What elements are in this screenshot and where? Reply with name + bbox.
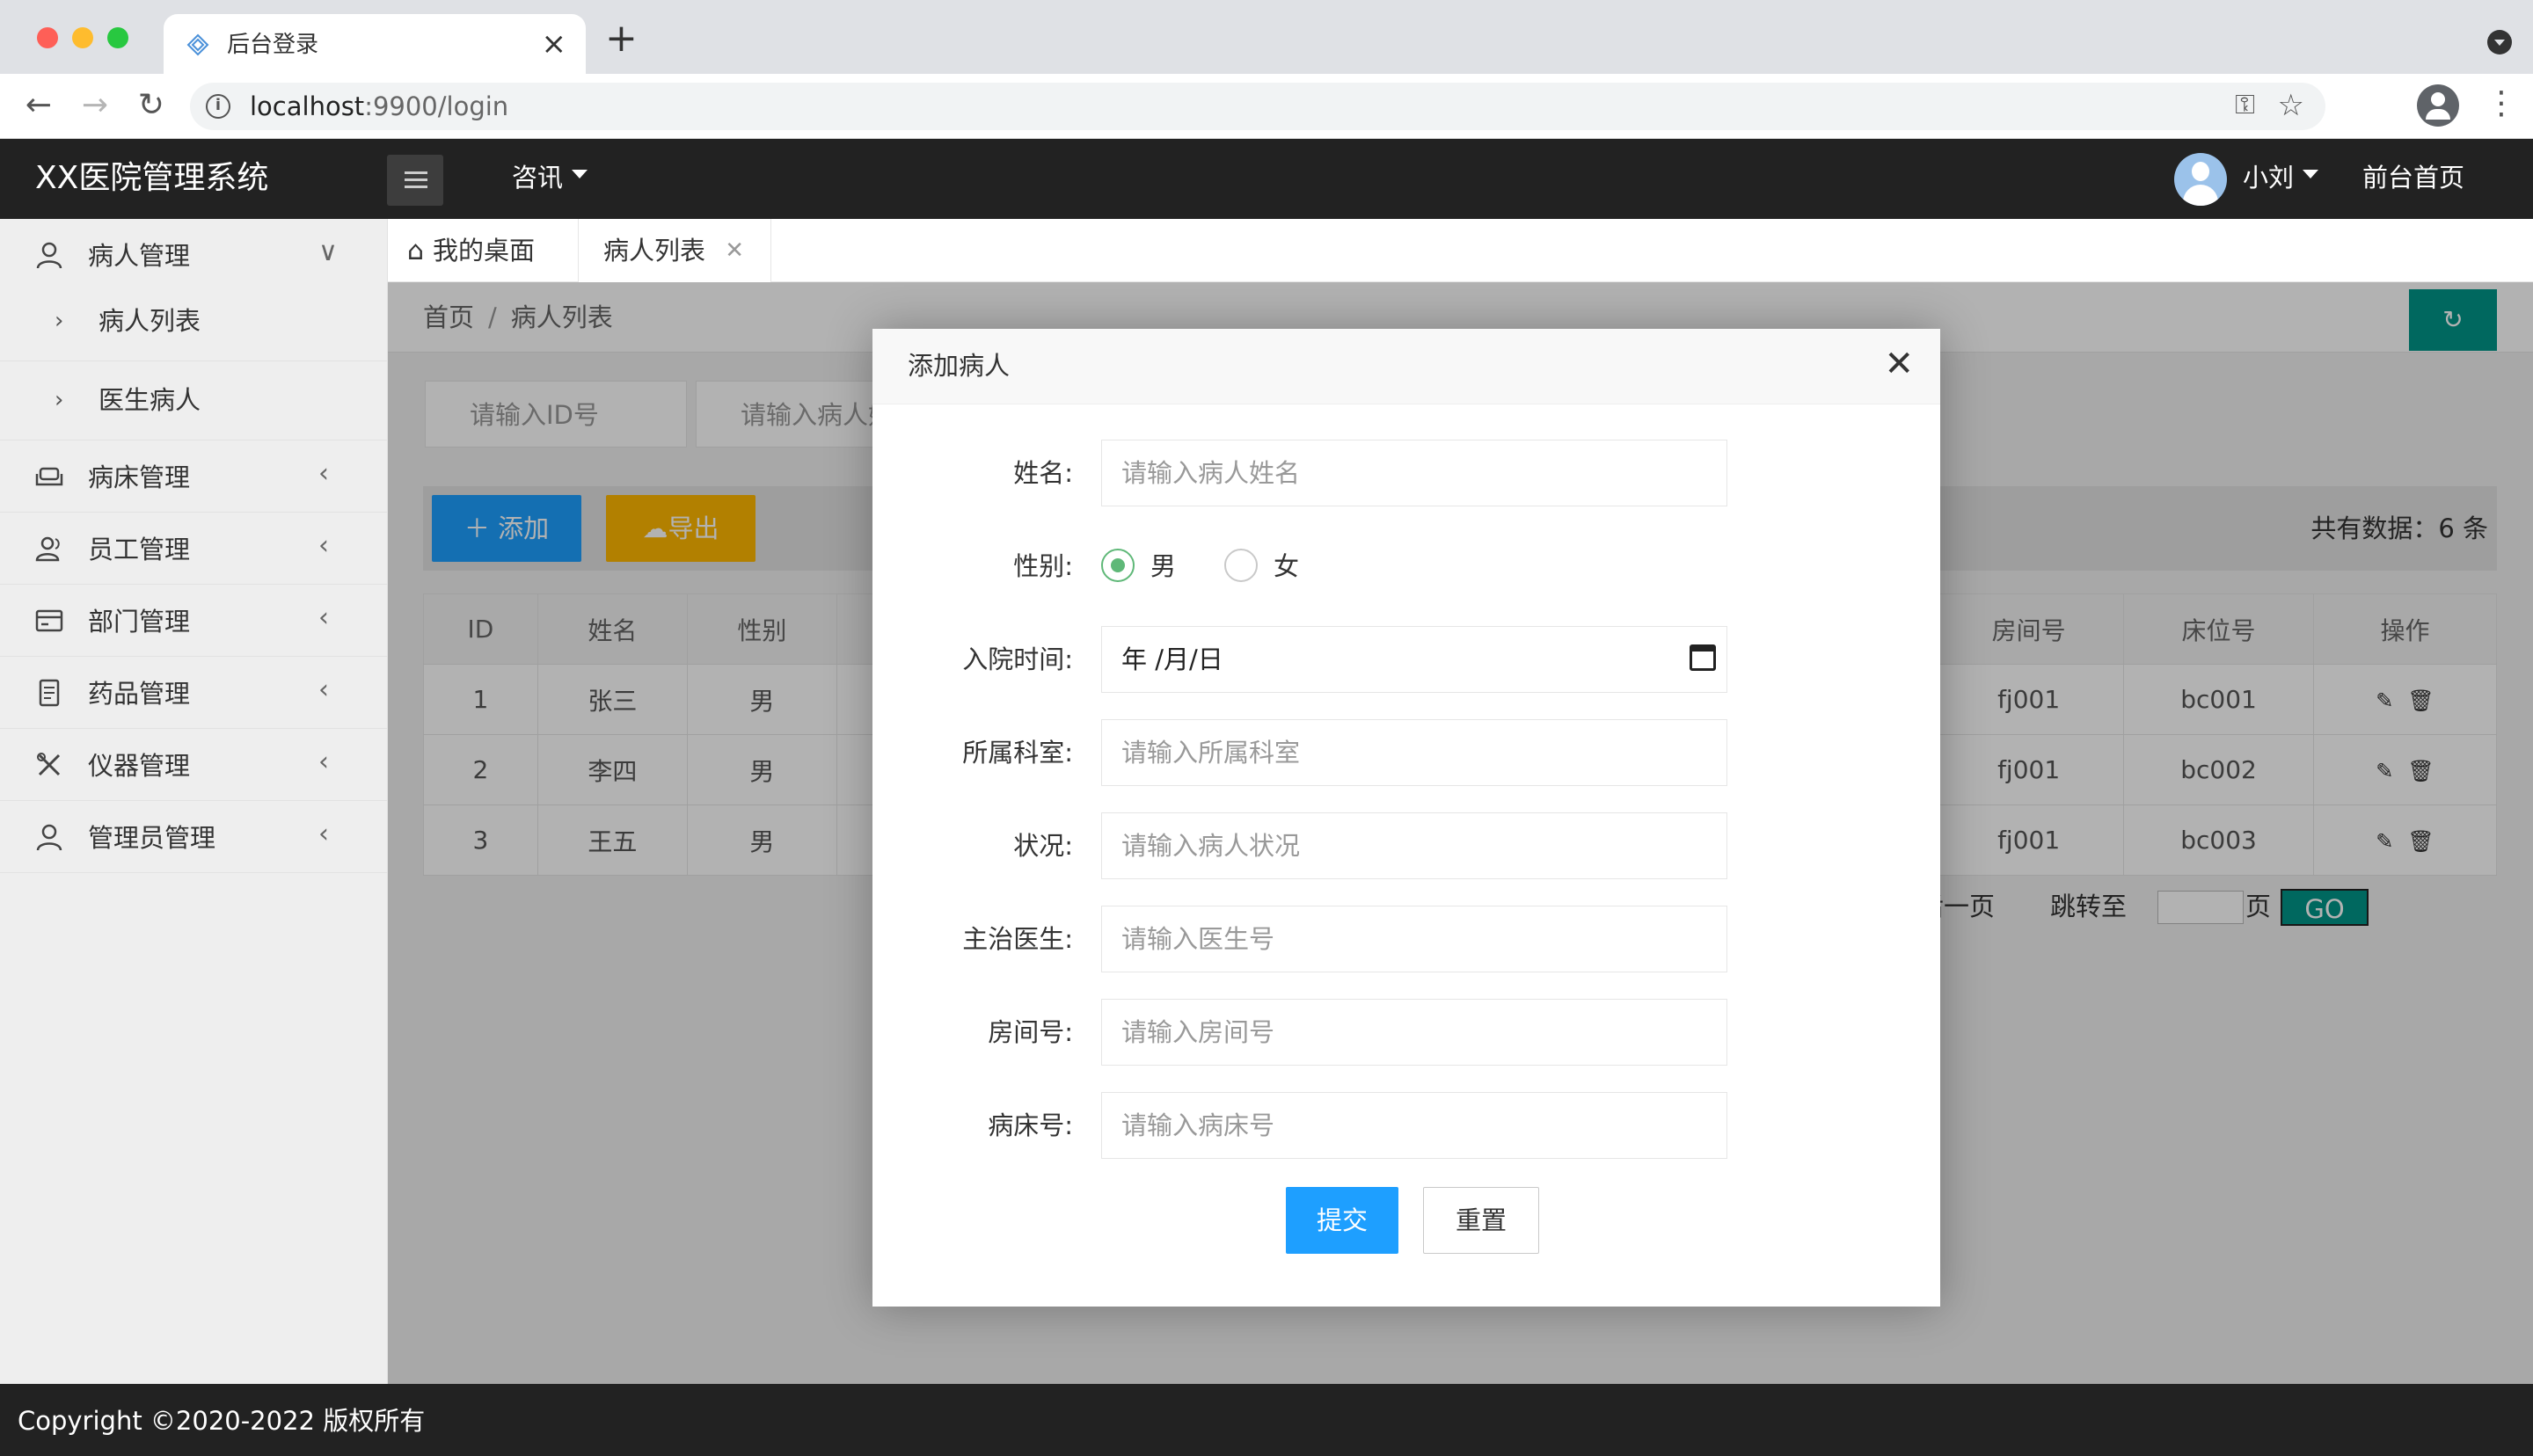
site-info-icon[interactable]: i (206, 94, 230, 119)
chevron-left-icon: ‹ (318, 602, 329, 633)
globe-icon (186, 33, 209, 56)
form-row-room: 房间号: 请输入房间号 (872, 999, 1940, 1066)
tab-my-desktop[interactable]: ⌂ 我的桌面 (407, 219, 587, 282)
caret-down-icon (572, 170, 588, 178)
app-title: XX医院管理系统 (35, 160, 269, 196)
maximize-window-button[interactable] (107, 27, 128, 48)
form-row-bed: 病床号: 请输入病床号 (872, 1092, 1940, 1159)
chevron-left-icon: ‹ (318, 458, 329, 489)
close-icon[interactable]: ✕ (1884, 345, 1914, 383)
patient-name-input[interactable]: 请输入病人姓名 (1101, 440, 1727, 506)
sidebar-item-admins[interactable]: 管理员管理 ‹ (0, 801, 388, 873)
sidebar-toggle-button[interactable] (387, 155, 443, 206)
caret-down-icon (2303, 170, 2319, 178)
browser-menu-icon[interactable]: ⋮ (2486, 86, 2517, 121)
dialog-title: 添加病人 (908, 351, 1011, 381)
tools-icon (33, 750, 65, 782)
page-tab-strip: ⌂ 我的桌面 病人列表 ✕ (388, 219, 2533, 282)
minimize-window-button[interactable] (72, 27, 93, 48)
browser-toolbar: ← → ↻ i localhost:9900/login ⚿ ☆ ⋮ (0, 74, 2533, 139)
chevron-right-icon: › (55, 387, 64, 413)
calendar-icon[interactable] (1690, 644, 1716, 671)
sofa-icon (33, 462, 65, 493)
user-avatar[interactable] (2174, 153, 2227, 206)
sidebar-item-beds[interactable]: 病床管理 ‹ (0, 440, 388, 513)
tab-patient-list[interactable]: 病人列表 ✕ (578, 219, 771, 282)
department-input[interactable]: 请输入所属科室 (1101, 719, 1727, 786)
admit-time-label: 入院时间: (962, 644, 1073, 674)
form-row-department: 所属科室: 请输入所属科室 (872, 719, 1940, 786)
admit-date-input[interactable]: 年 /月/日 (1101, 626, 1727, 693)
form-row-name: 姓名: 请输入病人姓名 (872, 440, 1940, 506)
user-menu-dropdown[interactable]: 小刘 (2243, 160, 2319, 195)
sidebar-subitem-doctor-patients[interactable]: › 医生病人 (0, 361, 388, 440)
chevron-down-icon: ∨ (318, 237, 338, 267)
room-input[interactable]: 请输入房间号 (1101, 999, 1727, 1066)
chevron-left-icon: ‹ (318, 530, 329, 561)
front-home-link[interactable]: 前台首页 (2362, 160, 2464, 195)
name-label: 姓名: (1013, 458, 1073, 488)
copyright-text: Copyright ©2020-2022 版权所有 (18, 1406, 426, 1436)
forward-arrow-icon[interactable]: → (76, 86, 114, 125)
footer: Copyright ©2020-2022 版权所有 (0, 1384, 2533, 1456)
form-row-gender: 性别: 男 女 (872, 533, 1940, 600)
chevron-left-icon: ‹ (318, 819, 329, 849)
profile-avatar-icon[interactable] (2417, 84, 2459, 127)
room-label: 房间号: (988, 1017, 1073, 1047)
radio-unchecked-icon (1224, 549, 1258, 582)
form-row-condition: 状况: 请输入病人状况 (872, 812, 1940, 879)
condition-label: 状况: (1013, 831, 1073, 861)
radio-checked-icon (1101, 549, 1135, 582)
bed-label: 病床号: (988, 1110, 1073, 1140)
form-row-doctor: 主治医生: 请输入医生号 (872, 906, 1940, 972)
address-bar[interactable]: i localhost:9900/login ⚿ ☆ (190, 83, 2325, 130)
admin-icon (33, 822, 65, 854)
chevron-left-icon: ‹ (318, 674, 329, 705)
browser-tab-title: 后台登录 (227, 32, 319, 58)
sidebar-item-staff[interactable]: 员工管理 ‹ (0, 513, 388, 585)
gender-label: 性别: (1013, 551, 1073, 581)
app-header: XX医院管理系统 咨讯 小刘 前台首页 (0, 139, 2533, 219)
nav-info-dropdown[interactable]: 咨讯 (512, 160, 588, 195)
users-icon (33, 534, 65, 565)
dialog-header: 添加病人 ✕ (872, 329, 1940, 404)
bookmark-star-icon[interactable]: ☆ (2278, 88, 2304, 123)
bed-input[interactable]: 请输入病床号 (1101, 1092, 1727, 1159)
chevron-left-icon: ‹ (318, 746, 329, 777)
add-patient-dialog: 添加病人 ✕ 姓名: 请输入病人姓名 性别: 男 女 入院时间: 年 /月/日 … (872, 329, 1940, 1307)
close-icon[interactable]: ✕ (725, 219, 744, 282)
reload-icon[interactable]: ↻ (132, 86, 171, 125)
card-icon (33, 606, 65, 637)
close-window-button[interactable] (37, 27, 58, 48)
chevron-right-icon: › (55, 308, 64, 334)
sidebar-item-medicines[interactable]: 药品管理 ‹ (0, 657, 388, 729)
document-icon (33, 678, 65, 710)
browser-tab-close-icon[interactable]: × (542, 28, 567, 60)
condition-input[interactable]: 请输入病人状况 (1101, 812, 1727, 879)
sidebar-subitem-patient-list[interactable]: › 病人列表 (0, 282, 388, 361)
sidebar: 病人管理 ∨ › 病人列表 › 医生病人 病床管理 ‹ 员工管理 ‹ 部门管理 … (0, 219, 388, 1384)
user-icon (33, 240, 65, 272)
sidebar-item-instruments[interactable]: 仪器管理 ‹ (0, 729, 388, 801)
browser-tab[interactable]: 后台登录 × (164, 14, 586, 74)
doctor-label: 主治医生: (962, 924, 1073, 954)
url-text[interactable]: localhost:9900/login (250, 91, 508, 121)
new-tab-button[interactable]: + (605, 19, 638, 58)
reset-button[interactable]: 重置 (1423, 1187, 1539, 1254)
key-icon[interactable]: ⚿ (2235, 90, 2255, 120)
sidebar-item-patients[interactable]: 病人管理 ∨ (0, 219, 388, 291)
submit-button[interactable]: 提交 (1286, 1187, 1398, 1254)
doctor-input[interactable]: 请输入医生号 (1101, 906, 1727, 972)
back-arrow-icon[interactable]: ← (19, 86, 58, 125)
home-icon: ⌂ (407, 236, 425, 266)
sidebar-item-departments[interactable]: 部门管理 ‹ (0, 585, 388, 657)
form-row-admit-time: 入院时间: 年 /月/日 (872, 626, 1940, 693)
tab-search-icon[interactable] (2487, 30, 2512, 55)
department-label: 所属科室: (962, 738, 1073, 768)
browser-tab-bar: 后台登录 × + (0, 0, 2533, 74)
